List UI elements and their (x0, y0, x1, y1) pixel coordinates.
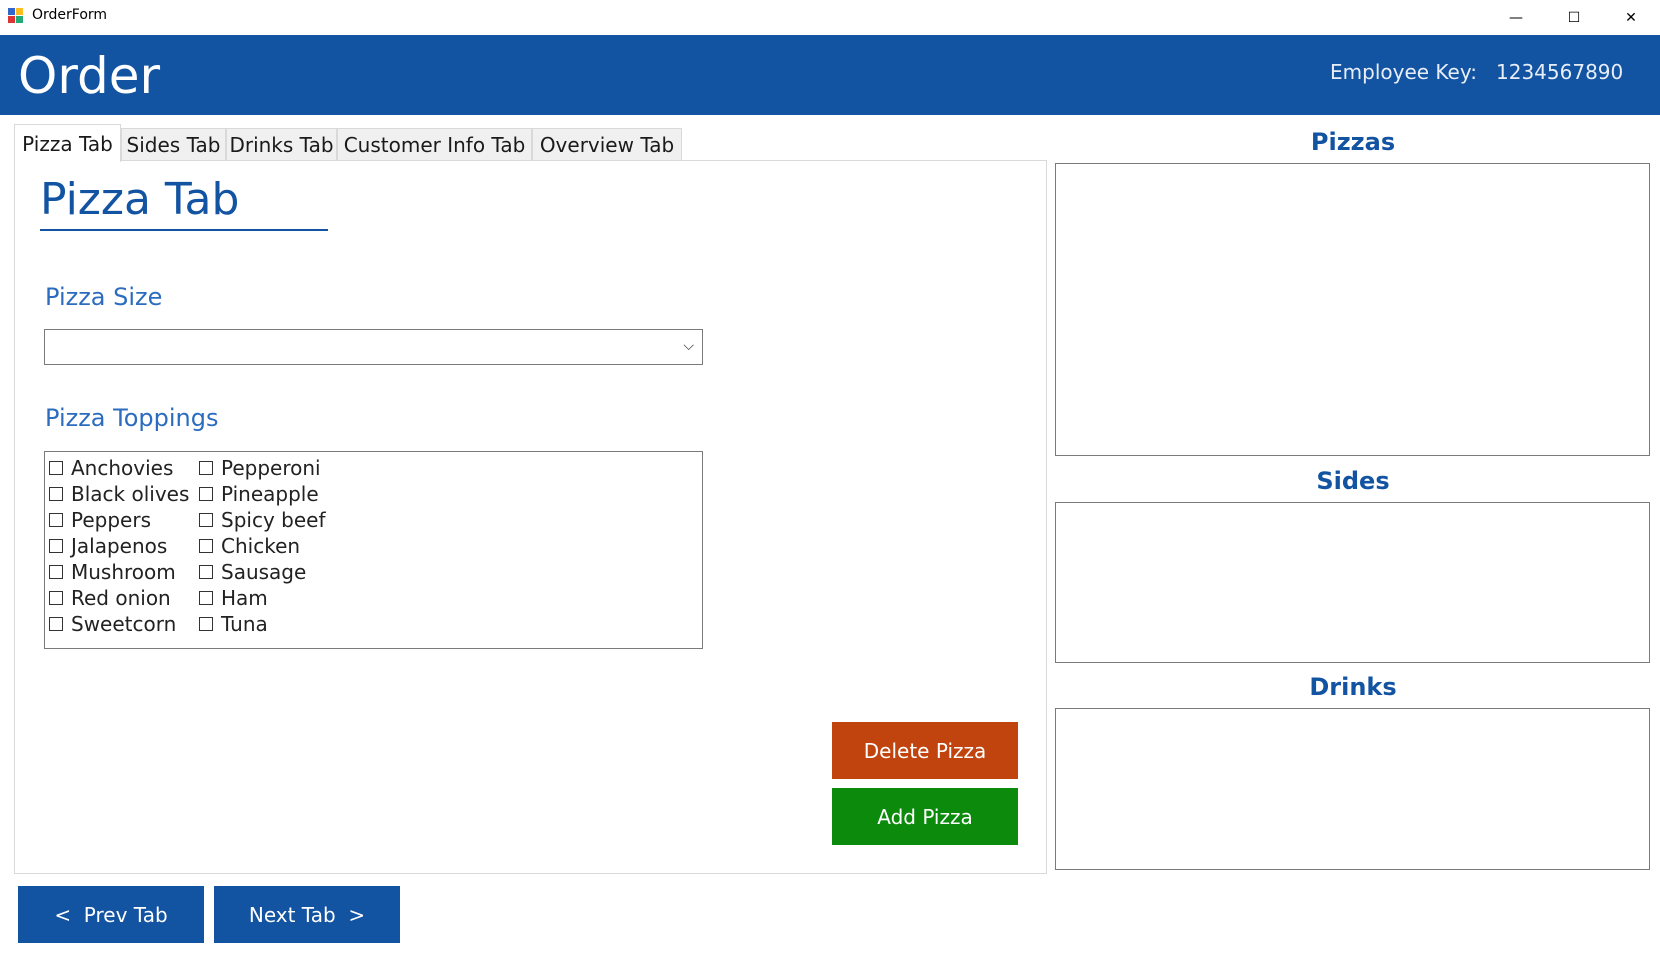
toppings-column-1: Anchovies Black olives Peppers Jalapenos… (49, 455, 189, 637)
topping-label: Tuna (221, 612, 268, 636)
topping-chicken[interactable]: Chicken (199, 533, 325, 559)
checkbox[interactable] (49, 591, 63, 605)
checkbox[interactable] (199, 591, 213, 605)
tab-heading: Pizza Tab (40, 174, 240, 225)
close-icon: ✕ (1625, 9, 1637, 26)
maximize-button[interactable]: ☐ (1545, 0, 1603, 35)
checkbox[interactable] (199, 617, 213, 631)
topping-label: Black olives (71, 482, 190, 506)
drinks-title: Drinks (1309, 673, 1397, 701)
topping-label: Spicy beef (221, 508, 326, 532)
pizza-toppings-label: Pizza Toppings (45, 404, 219, 432)
topping-label: Sausage (221, 560, 307, 584)
minimize-icon: — (1509, 9, 1523, 26)
topping-label: Sweetcorn (71, 612, 177, 636)
tab-drinks[interactable]: Drinks Tab (226, 128, 337, 161)
pizza-size-label: Pizza Size (45, 283, 163, 311)
checkbox[interactable] (49, 461, 63, 475)
checkbox[interactable] (199, 461, 213, 475)
tab-pizza[interactable]: Pizza Tab (14, 124, 121, 162)
topping-red-onion[interactable]: Red onion (49, 585, 189, 611)
checkbox[interactable] (49, 565, 63, 579)
topping-label: Ham (221, 586, 268, 610)
topping-label: Red onion (71, 586, 171, 610)
pizza-size-dropdown[interactable]: ⌵ (44, 329, 703, 365)
toppings-column-2: Pepperoni Pineapple Spicy beef Chicken S… (199, 455, 325, 637)
minimize-button[interactable]: — (1487, 0, 1545, 35)
checkbox[interactable] (199, 539, 213, 553)
checkbox[interactable] (199, 513, 213, 527)
checkbox[interactable] (49, 617, 63, 631)
topping-label: Mushroom (71, 560, 176, 584)
pizzas-title: Pizzas (1310, 128, 1396, 156)
topping-mushroom[interactable]: Mushroom (49, 559, 189, 585)
pizzas-list[interactable] (1055, 163, 1650, 456)
topping-jalapenos[interactable]: Jalapenos (49, 533, 189, 559)
maximize-icon: ☐ (1567, 9, 1581, 26)
drinks-list[interactable] (1055, 708, 1650, 870)
checkbox[interactable] (199, 565, 213, 579)
employee-key-label: Employee Key: (1330, 60, 1477, 84)
topping-sausage[interactable]: Sausage (199, 559, 325, 585)
add-pizza-button[interactable]: Add Pizza (832, 788, 1018, 845)
sides-title: Sides (1316, 467, 1390, 495)
sides-list[interactable] (1055, 502, 1650, 663)
heading-underline (40, 229, 328, 231)
topping-pineapple[interactable]: Pineapple (199, 481, 325, 507)
topping-ham[interactable]: Ham (199, 585, 325, 611)
toppings-checklist: Anchovies Black olives Peppers Jalapenos… (44, 451, 703, 649)
chevron-down-icon: ⌵ (683, 338, 694, 354)
page-title: Order (18, 47, 161, 105)
app-form-icon (8, 8, 24, 24)
topping-label: Chicken (221, 534, 301, 558)
window-titlebar (0, 0, 1660, 35)
topping-tuna[interactable]: Tuna (199, 611, 325, 637)
window-title: OrderForm (32, 7, 108, 23)
topping-pepperoni[interactable]: Pepperoni (199, 455, 325, 481)
topping-label: Pineapple (221, 482, 319, 506)
topping-spicy-beef[interactable]: Spicy beef (199, 507, 325, 533)
tab-customer-info[interactable]: Customer Info Tab (337, 128, 532, 161)
tab-overview[interactable]: Overview Tab (532, 128, 682, 161)
topping-label: Pepperoni (221, 456, 321, 480)
checkbox[interactable] (49, 539, 63, 553)
topping-sweetcorn[interactable]: Sweetcorn (49, 611, 189, 637)
delete-pizza-button[interactable]: Delete Pizza (832, 722, 1018, 779)
close-button[interactable]: ✕ (1602, 0, 1660, 35)
next-tab-button[interactable]: Next Tab > (214, 886, 400, 943)
checkbox[interactable] (49, 487, 63, 501)
employee-key-value: 1234567890 (1496, 60, 1624, 84)
topping-label: Peppers (71, 508, 151, 532)
tab-sides[interactable]: Sides Tab (121, 128, 226, 161)
topping-label: Jalapenos (71, 534, 168, 558)
topping-peppers[interactable]: Peppers (49, 507, 189, 533)
checkbox[interactable] (199, 487, 213, 501)
topping-anchovies[interactable]: Anchovies (49, 455, 189, 481)
topping-black-olives[interactable]: Black olives (49, 481, 189, 507)
checkbox[interactable] (49, 513, 63, 527)
topping-label: Anchovies (71, 456, 174, 480)
prev-tab-button[interactable]: < Prev Tab (18, 886, 204, 943)
